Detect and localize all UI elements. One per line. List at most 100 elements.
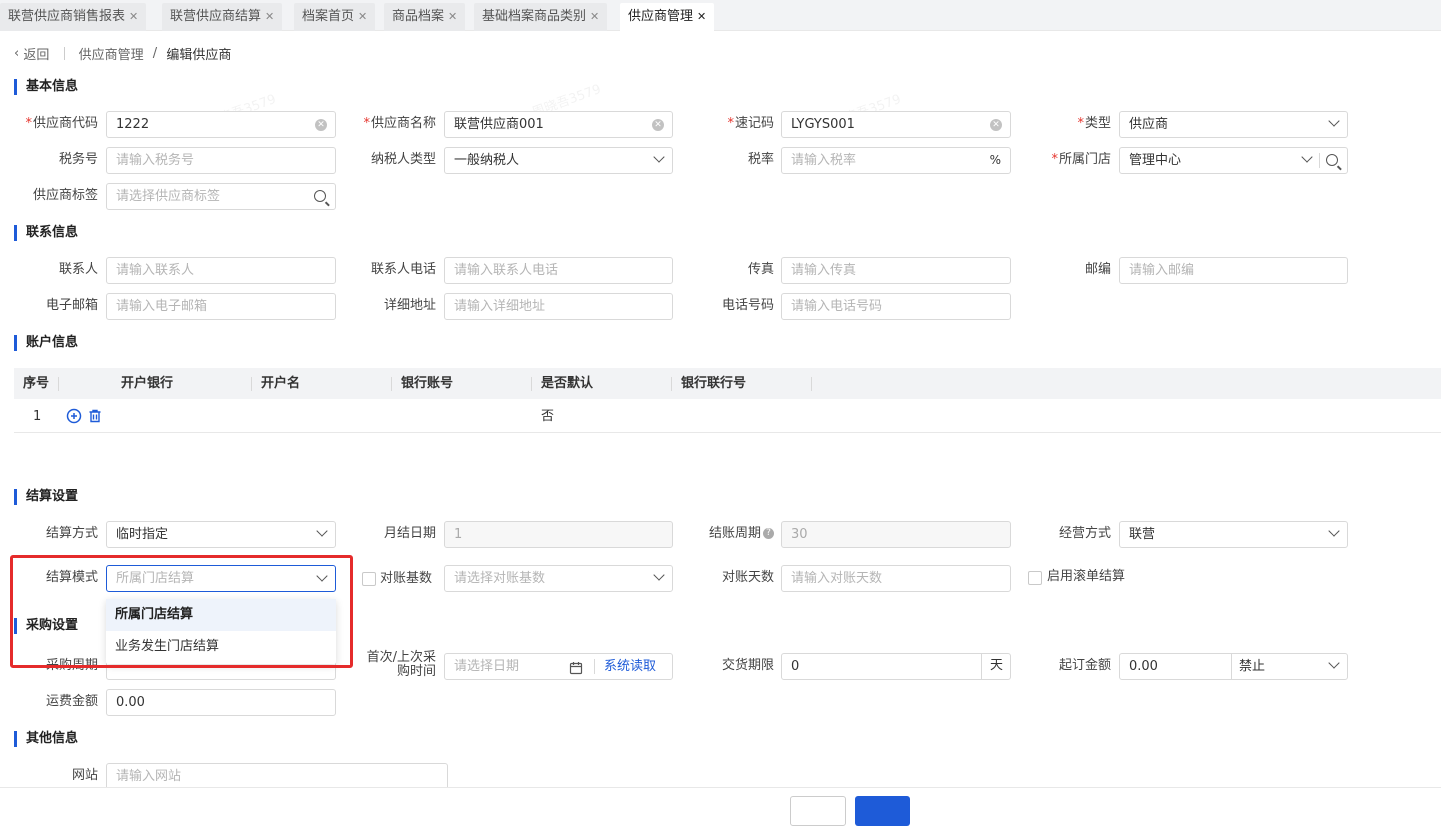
supplier-tag-label: 供应商标签 <box>32 188 98 203</box>
back-link[interactable]: ‹ 返回 <box>14 44 49 63</box>
month-day-input[interactable]: 1 <box>444 521 673 548</box>
supplier-name-input[interactable]: 联营供应商001 ✕ <box>444 111 673 138</box>
clear-icon[interactable]: ✕ <box>315 119 327 131</box>
recon-base-label: 对账基数 <box>380 571 433 586</box>
settlement-method-select[interactable]: 临时指定 <box>106 521 336 548</box>
column-header: 序号 <box>23 376 50 391</box>
settlement-mode-dropdown: 所属门店结算 业务发生门店结算 <box>106 599 336 664</box>
section-title-settlement: 结算设置 <box>14 489 78 505</box>
last-purchase-date-input[interactable]: 请选择日期 系统读取 <box>444 653 673 680</box>
settlement-mode-select[interactable]: 所属门店结算 <box>106 565 336 592</box>
last-purchase-time-label: 首次/上次采 购时间 <box>366 650 436 679</box>
delete-row-icon[interactable] <box>87 408 103 424</box>
chevron-down-icon <box>1328 525 1340 537</box>
breadcrumb-parent[interactable]: 供应商管理 <box>79 44 144 63</box>
tab-supplier-sales-report[interactable]: 联营供应商销售报表 ✕ <box>0 3 147 31</box>
tel-label: 电话号码 <box>721 298 774 313</box>
search-icon[interactable] <box>1326 154 1338 166</box>
email-field[interactable]: 请输入电子邮箱 <box>106 293 336 320</box>
chevron-down-icon <box>316 525 328 537</box>
recon-days-input[interactable]: 请输入对账天数 <box>781 565 1011 592</box>
clear-icon[interactable]: ✕ <box>652 119 664 131</box>
freight-input[interactable]: 0.00 <box>106 689 336 716</box>
tax-rate-input[interactable]: 请输入税率% <box>781 147 1011 174</box>
tab-archive-home[interactable]: 档案首页 ✕ <box>294 3 376 31</box>
add-row-icon[interactable] <box>66 408 82 424</box>
dropdown-option[interactable]: 所属门店结算 <box>106 599 336 631</box>
min-amount-label: 起订金额 <box>1058 658 1111 673</box>
breadcrumb-current: 编辑供应商 <box>166 48 232 63</box>
supplier-code-label: *供应商代码 <box>25 116 98 131</box>
store-label: *所属门店 <box>1051 152 1111 167</box>
recon-base-checkbox[interactable] <box>362 572 376 586</box>
tab-bar: 联营供应商销售报表 ✕ 联营供应商结算 ✕ 档案首页 ✕ 商品档案 ✕ 基础档案商品类别… <box>0 0 1441 31</box>
biz-mode-select[interactable]: 联营 <box>1119 521 1348 548</box>
recon-base-select[interactable]: 请选择对账基数 <box>444 565 673 592</box>
zip-label: 邮编 <box>1084 262 1111 277</box>
close-icon[interactable]: ✕ <box>448 10 457 23</box>
min-amount-mode-select[interactable]: 禁止 <box>1239 654 1265 679</box>
chevron-down-icon <box>653 569 665 581</box>
tab-supplier-settlement[interactable]: 联营供应商结算 ✕ <box>162 3 283 31</box>
clear-icon[interactable]: ✕ <box>990 119 1002 131</box>
delivery-limit-label: 交货期限 <box>721 658 774 673</box>
supplier-name-label: *供应商名称 <box>363 116 436 131</box>
close-icon[interactable]: ✕ <box>129 10 138 23</box>
footer-bar <box>0 787 1441 802</box>
supplier-tag-input[interactable]: 请选择供应商标签 <box>106 183 336 210</box>
fax-input[interactable]: 请输入传真 <box>781 257 1011 284</box>
zip-input[interactable]: 请输入邮编 <box>1119 257 1348 284</box>
system-read-button[interactable]: 系统读取 <box>604 654 656 679</box>
type-label: *类型 <box>1077 116 1111 131</box>
mnemonic-input[interactable]: LYGYS001 ✕ <box>781 111 1011 138</box>
column-header: 是否默认 <box>541 376 594 391</box>
address-input[interactable]: 请输入详细地址 <box>444 293 673 320</box>
rolling-settlement-checkbox[interactable] <box>1028 571 1042 585</box>
chevron-down-icon <box>316 570 328 582</box>
search-icon[interactable] <box>314 190 326 202</box>
close-icon[interactable]: ✕ <box>358 10 367 23</box>
column-header: 银行联行号 <box>681 376 747 391</box>
taxpayer-type-label: 纳税人类型 <box>370 152 436 167</box>
website-input[interactable]: 请输入网站 <box>106 763 448 790</box>
calendar-icon[interactable] <box>569 659 583 679</box>
tel-input[interactable]: 请输入电话号码 <box>781 293 1011 320</box>
delivery-limit-input[interactable]: 0天 <box>781 653 1011 680</box>
store-select[interactable]: 管理中心 <box>1119 147 1348 174</box>
cycle-input[interactable]: 30 <box>781 521 1011 548</box>
settlement-method-label: 结算方式 <box>45 526 98 541</box>
chevron-down-icon <box>1328 657 1340 669</box>
cancel-button[interactable] <box>790 796 846 826</box>
tab-product-category[interactable]: 基础档案商品类别 ✕ <box>474 3 608 31</box>
address-label: 详细地址 <box>383 298 436 313</box>
contact-person-input[interactable]: 请输入联系人 <box>106 257 336 284</box>
month-day-label: 月结日期 <box>383 526 436 541</box>
chevron-down-icon <box>1328 115 1340 127</box>
purchase-cycle-label: 采购周期 <box>45 658 98 673</box>
tab-product-archive[interactable]: 商品档案 ✕ <box>384 3 466 31</box>
contact-phone-input[interactable]: 请输入联系人电话 <box>444 257 673 284</box>
close-icon[interactable]: ✕ <box>265 10 274 23</box>
account-table-header: 序号 开户银行 开户名 银行账号 是否默认 银行联行号 <box>14 368 1441 399</box>
type-select[interactable]: 供应商 <box>1119 111 1348 138</box>
column-header: 银行账号 <box>401 376 454 391</box>
min-amount-input[interactable]: 0.00 禁止 <box>1119 653 1348 680</box>
cycle-label: 结账周期? <box>690 521 774 547</box>
column-header: 开户名 <box>261 376 301 391</box>
dropdown-option[interactable]: 业务发生门店结算 <box>106 631 336 663</box>
save-button[interactable] <box>855 796 910 826</box>
section-title-purchase: 采购设置 <box>14 618 78 634</box>
tax-no-input[interactable]: 请输入税务号 <box>106 147 336 174</box>
table-row: 1 否 <box>14 400 1441 433</box>
tab-supplier-management[interactable]: 供应商管理 ✕ <box>620 3 715 31</box>
close-icon[interactable]: ✕ <box>590 10 599 23</box>
close-icon[interactable]: ✕ <box>697 10 706 23</box>
help-icon[interactable]: ? <box>763 528 774 539</box>
taxpayer-type-select[interactable]: 一般纳税人 <box>444 147 673 174</box>
biz-mode-label: 经营方式 <box>1058 526 1111 541</box>
website-label: 网站 <box>71 768 98 783</box>
chevron-down-icon <box>653 151 665 163</box>
chevron-left-icon: ‹ <box>14 46 20 61</box>
supplier-code-input[interactable]: 1222 ✕ <box>106 111 336 138</box>
rolling-settlement-label: 启用滚单结算 <box>1047 569 1126 584</box>
